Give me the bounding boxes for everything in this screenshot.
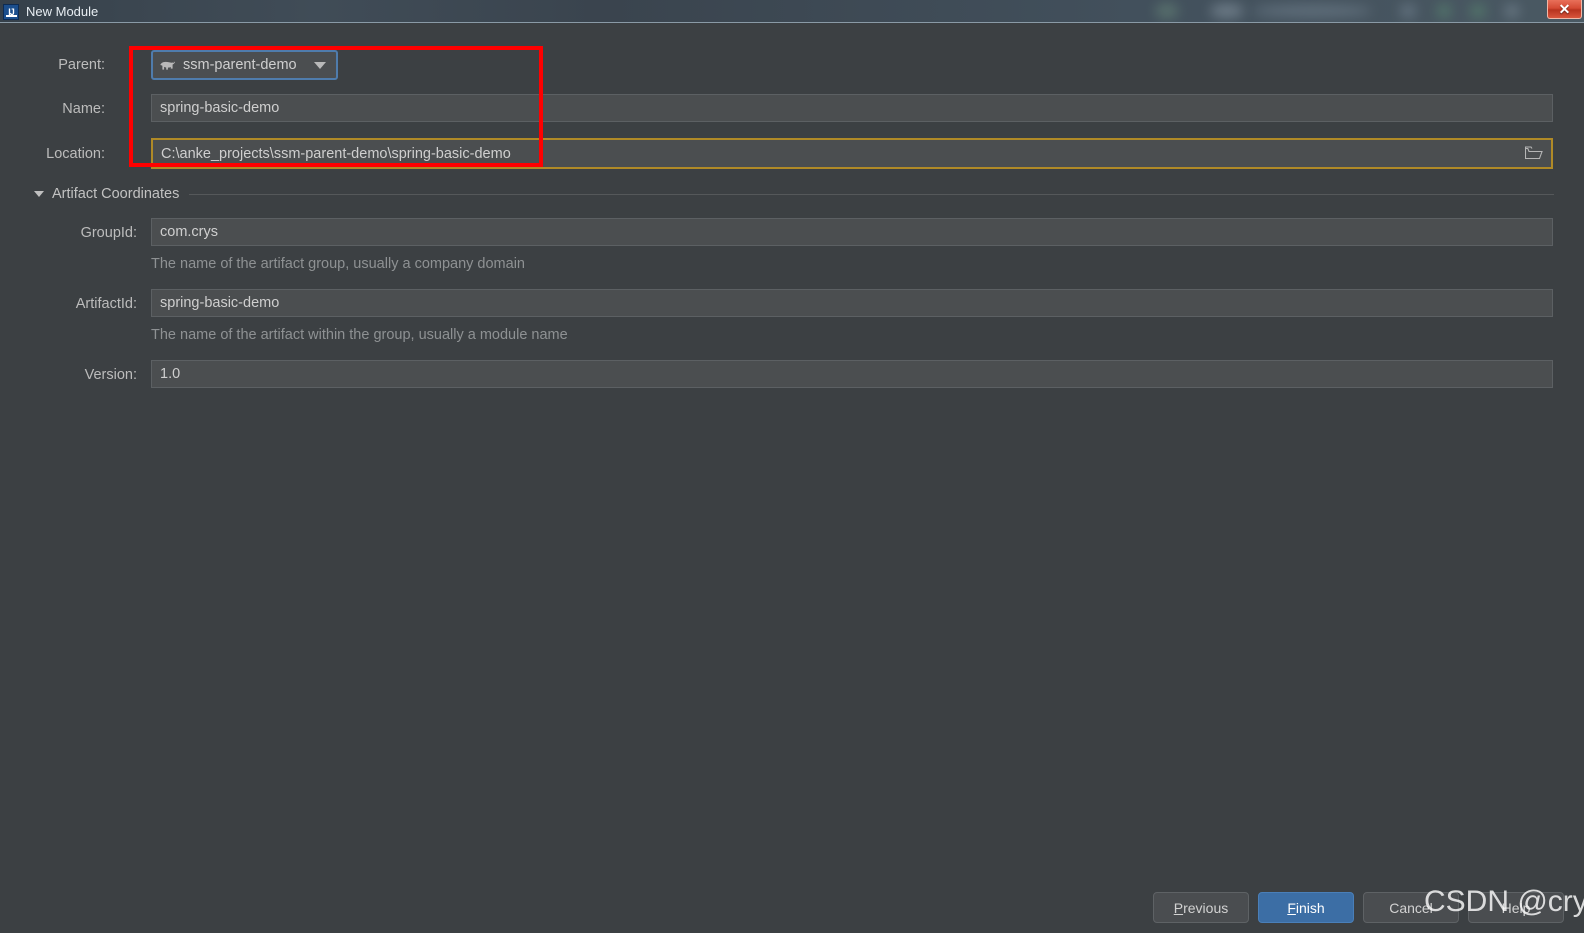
background-blur-artifact: [1155, 3, 1179, 19]
background-blur-artifact: [1505, 5, 1519, 17]
help-button[interactable]: Help: [1468, 892, 1564, 923]
cancel-button[interactable]: Cancel: [1363, 892, 1459, 923]
background-blur-artifact: [1400, 4, 1416, 18]
artifactid-input[interactable]: [151, 289, 1553, 317]
folder-icon[interactable]: [1521, 140, 1547, 166]
window-title-bar: IJ New Module ✕: [0, 0, 1584, 23]
location-input[interactable]: [151, 138, 1553, 169]
artifact-coordinates-section[interactable]: Artifact Coordinates: [34, 186, 1554, 202]
close-glyph: ✕: [1558, 1, 1571, 17]
maven-elephant-icon: [159, 59, 176, 72]
groupid-label: GroupId:: [80, 225, 137, 241]
previous-mnemonic: P: [1173, 899, 1184, 916]
background-blur-artifact: [1252, 5, 1372, 17]
finish-label: inish: [1295, 899, 1325, 916]
artifactid-label: ArtifactId:: [75, 296, 137, 312]
section-divider: [189, 193, 1554, 195]
close-icon[interactable]: ✕: [1547, 0, 1582, 19]
finish-button[interactable]: Finish: [1258, 892, 1354, 923]
version-label: Version:: [84, 367, 137, 383]
background-blur-artifact: [1470, 4, 1486, 18]
background-blur-artifact: [1210, 4, 1244, 18]
cancel-label: Cancel: [1389, 899, 1433, 916]
artifact-coordinates-label: Artifact Coordinates: [52, 186, 180, 202]
artifactid-hint: The name of the artifact within the grou…: [151, 327, 568, 343]
new-module-dialog: IJ New Module ✕ Parent: ssm-parent-demo …: [0, 0, 1584, 933]
help-label: Help: [1501, 899, 1531, 916]
intellij-idea-icon: IJ: [3, 4, 19, 20]
window-title: New Module: [26, 4, 99, 19]
parent-combobox[interactable]: ssm-parent-demo: [151, 50, 338, 80]
dialog-body: Parent: ssm-parent-demo Name: Location:: [0, 24, 1584, 933]
version-input[interactable]: [151, 360, 1553, 388]
location-label: Location:: [46, 146, 105, 162]
parent-label: Parent:: [58, 57, 105, 73]
name-input[interactable]: [151, 94, 1553, 122]
previous-button[interactable]: Previous: [1153, 892, 1249, 923]
groupid-input[interactable]: [151, 218, 1553, 246]
finish-mnemonic: F: [1287, 899, 1296, 916]
name-label: Name:: [62, 101, 105, 117]
parent-value: ssm-parent-demo: [183, 57, 297, 73]
groupid-hint: The name of the artifact group, usually …: [151, 256, 525, 272]
background-blur-artifact: [1437, 4, 1451, 18]
collapse-triangle-icon[interactable]: [34, 191, 44, 197]
previous-label: revious: [1183, 899, 1229, 916]
chevron-down-icon[interactable]: [314, 61, 326, 69]
